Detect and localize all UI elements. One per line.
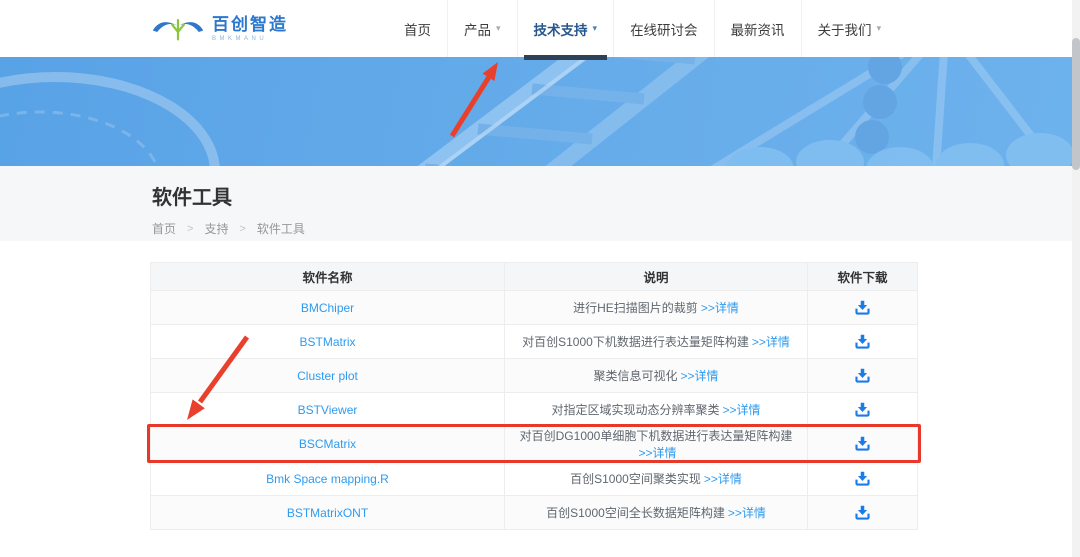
- nav-item-label: 首页: [404, 19, 431, 39]
- download-icon: [854, 470, 871, 487]
- nav-item-label: 最新资讯: [731, 19, 785, 39]
- column-header-download: 软件下载: [808, 263, 918, 291]
- detail-link[interactable]: >>详情: [701, 301, 739, 315]
- table-header-row: 软件名称 说明 软件下载: [151, 263, 918, 291]
- software-description: 对百创S1000下机数据进行表达量矩阵构建: [522, 335, 749, 349]
- download-button[interactable]: [852, 502, 873, 523]
- detail-link[interactable]: >>详情: [638, 446, 676, 460]
- download-icon: [854, 333, 871, 350]
- breadcrumb-home[interactable]: 首页: [152, 220, 176, 237]
- chevron-down-icon: ▾: [877, 23, 882, 34]
- software-description: 进行HE扫描图片的裁剪: [573, 301, 698, 315]
- software-description: 对百创DG1000单细胞下机数据进行表达量矩阵构建: [520, 429, 793, 443]
- table-row: BSTViewer 对指定区域实现动态分辨率聚类>>详情: [151, 393, 918, 427]
- software-name-link[interactable]: Bmk Space mapping.R: [266, 472, 389, 486]
- nav-item-label: 在线研讨会: [630, 19, 698, 39]
- nav-item-label: 关于我们: [818, 19, 872, 39]
- software-name-link[interactable]: BMChiper: [301, 301, 354, 315]
- scrollbar-thumb[interactable]: [1072, 38, 1080, 170]
- software-name-link[interactable]: BSTMatrixONT: [287, 506, 368, 520]
- download-button[interactable]: [852, 365, 873, 386]
- detail-link[interactable]: >>详情: [728, 506, 766, 520]
- site-logo[interactable]: 百创智造 BMKMANU: [152, 16, 288, 42]
- main-menu: 首页 产品 ▾ 技术支持 ▾ 在线研讨会 最新资讯 关于我们 ▾: [388, 0, 897, 57]
- nav-item-label: 技术支持: [534, 19, 588, 39]
- page-title: 软件工具: [152, 181, 1080, 210]
- table-row: BSTMatrixONT 百创S1000空间全长数据矩阵构建>>详情: [151, 496, 918, 530]
- software-description: 聚类信息可视化: [593, 369, 677, 383]
- nav-item-label: 产品: [464, 19, 491, 39]
- column-header-description: 说明: [505, 263, 808, 291]
- download-icon: [854, 504, 871, 521]
- hero-banner: [0, 57, 1080, 166]
- download-icon: [854, 401, 871, 418]
- chevron-down-icon: ▾: [496, 23, 501, 34]
- breadcrumb-separator-icon: >: [187, 223, 193, 235]
- table-row: BSCMatrix 对百创DG1000单细胞下机数据进行表达量矩阵构建 >>详情: [151, 427, 918, 462]
- scrollbar-track[interactable]: [1072, 0, 1080, 557]
- top-navbar: 百创智造 BMKMANU 首页 产品 ▾ 技术支持 ▾ 在线研讨会 最新资讯 关…: [0, 0, 1080, 57]
- page-header-strip: 软件工具 首页 > 支持 > 软件工具: [0, 166, 1080, 241]
- detail-link[interactable]: >>详情: [722, 403, 760, 417]
- software-description: 对指定区域实现动态分辨率聚类: [551, 403, 719, 417]
- nav-item-products[interactable]: 产品 ▾: [447, 0, 517, 57]
- software-description: 百创S1000空间聚类实现: [570, 472, 701, 486]
- breadcrumb-separator-icon: >: [239, 223, 245, 235]
- banner-dna-graphic: [0, 57, 1080, 166]
- download-button[interactable]: [852, 331, 873, 352]
- detail-link[interactable]: >>详情: [704, 472, 742, 486]
- nav-item-tech-support[interactable]: 技术支持 ▾: [517, 0, 614, 57]
- nav-item-about-us[interactable]: 关于我们 ▾: [801, 0, 898, 57]
- table-row: Cluster plot 聚类信息可视化>>详情: [151, 359, 918, 393]
- logo-bird-icon: [152, 16, 204, 42]
- chevron-down-icon: ▾: [593, 23, 598, 34]
- software-name-link[interactable]: BSTViewer: [298, 403, 358, 417]
- nav-item-online-webinar[interactable]: 在线研讨会: [613, 0, 714, 57]
- table-row: BSTMatrix 对百创S1000下机数据进行表达量矩阵构建>>详情: [151, 325, 918, 359]
- detail-link[interactable]: >>详情: [752, 335, 790, 349]
- column-header-software-name: 软件名称: [151, 263, 505, 291]
- download-button[interactable]: [852, 433, 873, 454]
- nav-item-home[interactable]: 首页: [388, 0, 447, 57]
- software-name-link[interactable]: BSTMatrix: [299, 335, 355, 349]
- table-row: Bmk Space mapping.R 百创S1000空间聚类实现>>详情: [151, 462, 918, 496]
- download-button[interactable]: [852, 468, 873, 489]
- download-button[interactable]: [852, 399, 873, 420]
- download-button[interactable]: [852, 297, 873, 318]
- breadcrumb-support[interactable]: 支持: [204, 220, 228, 237]
- table-row: BMChiper 进行HE扫描图片的裁剪>>详情: [151, 291, 918, 325]
- download-icon: [854, 367, 871, 384]
- logo-title: 百创智造: [212, 16, 288, 33]
- software-description: 百创S1000空间全长数据矩阵构建: [546, 506, 725, 520]
- nav-item-latest-news[interactable]: 最新资讯: [714, 0, 801, 57]
- download-icon: [854, 435, 871, 452]
- logo-subtitle: BMKMANU: [212, 36, 288, 42]
- software-name-link[interactable]: Cluster plot: [297, 369, 358, 383]
- breadcrumb-current: 软件工具: [257, 220, 305, 237]
- detail-link[interactable]: >>详情: [680, 369, 718, 383]
- breadcrumb: 首页 > 支持 > 软件工具: [152, 220, 1080, 237]
- download-icon: [854, 299, 871, 316]
- software-name-link[interactable]: BSCMatrix: [299, 437, 356, 451]
- software-table: 软件名称 说明 软件下载 BMChiper进行HE扫描图片的裁剪>>详情BSTM…: [150, 262, 918, 530]
